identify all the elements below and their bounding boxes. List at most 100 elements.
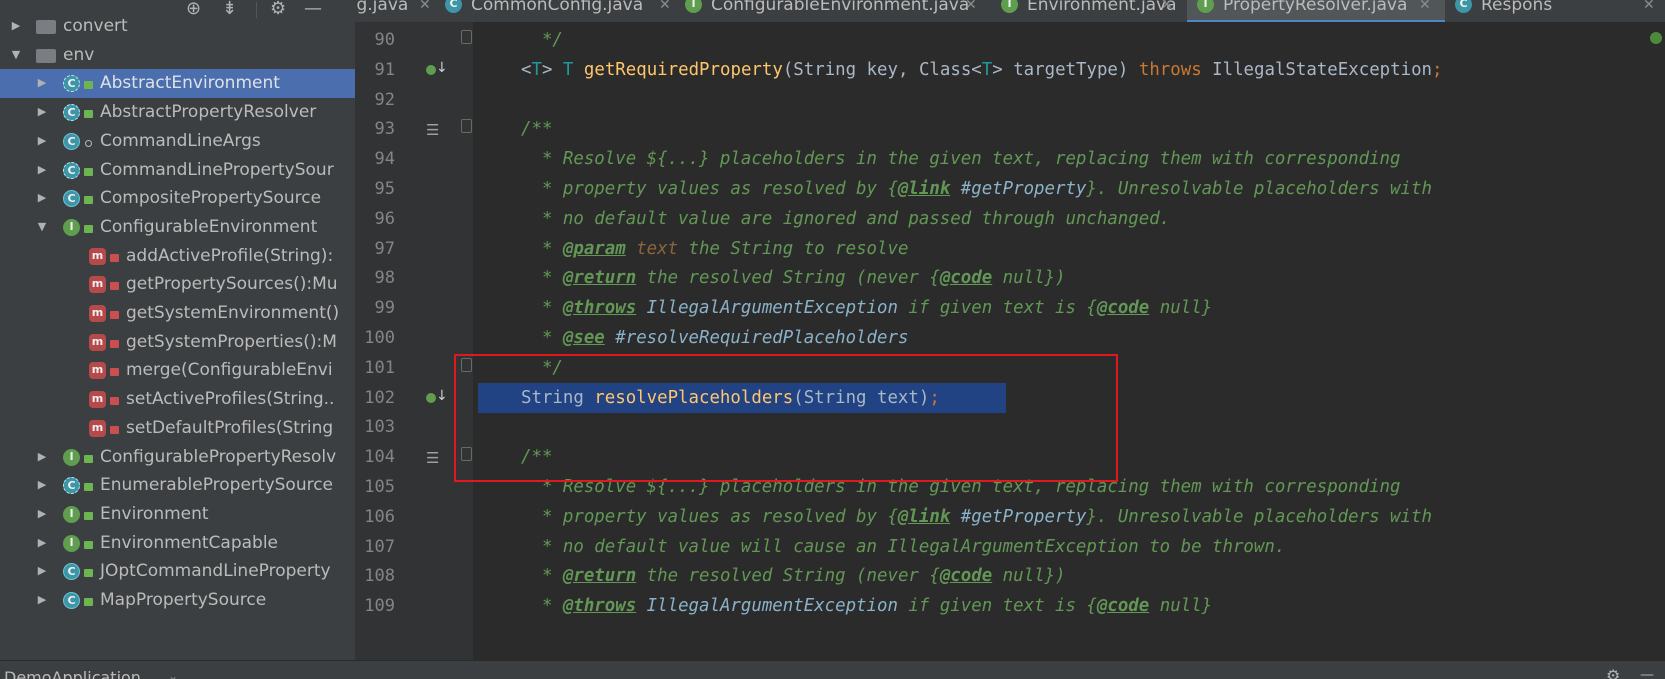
- gear-icon[interactable]: ⚙: [1606, 668, 1620, 679]
- tab-label: Respons: [1481, 0, 1553, 15]
- run-tool-window-bar: DemoApplication ⌄ ⚙ —: [0, 660, 1665, 679]
- fold-marker-icon[interactable]: [461, 30, 472, 44]
- code-token: @param: [562, 239, 626, 259]
- code-token: the resolved String (never {: [636, 268, 940, 288]
- code-text: <T> T getRequiredProperty(String key, Cl…: [521, 59, 1443, 81]
- code-line[interactable]: 93 ☰ /**: [0, 114, 1665, 144]
- tab-label: Environment.java: [1027, 0, 1177, 15]
- code-token: > targetType): [992, 60, 1139, 80]
- interface-icon: I: [1197, 0, 1214, 13]
- tab-propertyresolver-java[interactable]: I PropertyResolver.java ✕: [1187, 0, 1445, 22]
- minimize-icon[interactable]: —: [1640, 668, 1654, 679]
- tab-nfig-java[interactable]: nfig.java ✕: [355, 0, 445, 22]
- class-icon: C: [445, 0, 462, 13]
- implemented-marker-icon: [426, 393, 436, 403]
- code-token: if given text is {: [897, 596, 1097, 616]
- code-token: @code: [939, 566, 993, 586]
- code-text: * property values as resolved by {@link …: [521, 506, 1432, 528]
- code-token: @link: [897, 179, 951, 199]
- fold-marker-icon[interactable]: [461, 119, 472, 133]
- code-line[interactable]: 95 * property values as resolved by {@li…: [0, 174, 1665, 204]
- code-text: * @return the resolved String (never {@c…: [521, 267, 1066, 289]
- rendered-doc-icon[interactable]: ☰: [426, 120, 446, 138]
- code-token: *: [521, 239, 563, 259]
- code-text: * @throws IllegalArgumentException if gi…: [521, 595, 1212, 617]
- code-line[interactable]: 98 * @return the resolved String (never …: [0, 263, 1665, 293]
- close-icon[interactable]: ✕: [1643, 0, 1655, 16]
- code-line[interactable]: 94 * Resolve ${...} placeholders in the …: [0, 144, 1665, 174]
- code-token: IllegalArgumentException: [636, 298, 898, 318]
- code-line[interactable]: 109 * @throws IllegalArgumentException i…: [0, 591, 1665, 621]
- line-number: 97: [374, 239, 395, 259]
- implementation-icon[interactable]: ↓: [426, 388, 448, 407]
- code-token: null}): [992, 566, 1066, 586]
- code-line[interactable]: 106 * property values as resolved by {@l…: [0, 502, 1665, 532]
- code-text: */: [521, 29, 563, 51]
- code-token: @throws: [562, 298, 637, 318]
- code-token: <: [521, 60, 532, 80]
- code-line[interactable]: 97 * @param text the String to resolve: [0, 234, 1665, 264]
- code-token: null}: [1149, 298, 1213, 318]
- code-token: T: [981, 60, 993, 80]
- icon-letter: I: [1007, 0, 1012, 10]
- code-token: */: [521, 30, 563, 50]
- tab-label: CommonConfig.java: [471, 0, 644, 15]
- line-number: 102: [364, 388, 395, 408]
- line-number: 101: [364, 358, 395, 378]
- code-token: T: [531, 60, 542, 80]
- code-token: @link: [897, 507, 951, 527]
- code-token: * no default value will cause an Illegal…: [521, 537, 1286, 557]
- code-text: * @return the resolved String (never {@c…: [521, 565, 1066, 587]
- code-token: * property values as resolved by {: [521, 507, 898, 527]
- inspection-ok-marker[interactable]: [1650, 32, 1662, 44]
- doc-lines-icon: ☰: [426, 121, 440, 139]
- code-line[interactable]: 108 * @return the resolved String (never…: [0, 561, 1665, 591]
- line-number: 108: [364, 566, 395, 586]
- code-text: * @param text the String to resolve: [521, 238, 908, 260]
- code-token: @code: [939, 268, 993, 288]
- class-icon: C: [1455, 0, 1472, 13]
- close-icon[interactable]: ✕: [1419, 0, 1431, 16]
- implemented-marker-icon: [426, 65, 436, 75]
- icon-letter: C: [449, 0, 458, 10]
- code-token: #resolveRequiredPlaceholders: [604, 328, 909, 348]
- code-token: if given text is {: [897, 298, 1097, 318]
- code-text: * @see #resolveRequiredPlaceholders: [521, 327, 908, 349]
- code-line[interactable]: 100 * @see #resolveRequiredPlaceholders: [0, 323, 1665, 353]
- code-token: text: [625, 239, 679, 259]
- code-token: (String key, Class<: [782, 60, 982, 80]
- close-icon[interactable]: ✕: [419, 0, 431, 16]
- code-token: *: [521, 328, 563, 348]
- code-text: * property values as resolved by {@link …: [521, 178, 1432, 200]
- icon-letter: I: [1203, 0, 1208, 10]
- tab-commonconfig-java[interactable]: C CommonConfig.java ✕: [435, 0, 685, 22]
- line-number: 91: [374, 60, 395, 80]
- rendered-doc-icon[interactable]: ☰: [426, 448, 446, 466]
- tab-environment-java[interactable]: I Environment.java ✕: [991, 0, 1187, 22]
- close-icon[interactable]: ✕: [965, 0, 977, 16]
- code-token: the String to resolve: [678, 239, 909, 259]
- line-number: 109: [364, 596, 395, 616]
- code-token: }. Unresolvable placeholders with: [1086, 179, 1432, 199]
- close-icon[interactable]: ✕: [659, 0, 671, 16]
- code-line[interactable]: 99 * @throws IllegalArgumentException if…: [0, 293, 1665, 323]
- code-token: @code: [1096, 596, 1150, 616]
- code-token: @return: [562, 566, 637, 586]
- code-line[interactable]: 92: [0, 85, 1665, 115]
- line-number: 96: [374, 209, 395, 229]
- code-line[interactable]: 90 */: [0, 25, 1665, 55]
- code-text: * Resolve ${...} placeholders in the giv…: [521, 148, 1401, 170]
- tab-label: nfig.java: [355, 0, 409, 15]
- tab-configurableenvironment-java[interactable]: I ConfigurableEnvironment.java ✕: [675, 0, 991, 22]
- line-number: 104: [364, 447, 395, 467]
- code-token: null}: [1149, 596, 1213, 616]
- code-line[interactable]: 96 * no default value are ignored and pa…: [0, 204, 1665, 234]
- code-line[interactable]: 91 ↓ <T> T getRequiredProperty(String key,…: [0, 55, 1665, 85]
- code-line[interactable]: 107 * no default value will cause an Ill…: [0, 532, 1665, 562]
- close-icon[interactable]: ✕: [1161, 0, 1173, 16]
- line-number: 105: [364, 477, 395, 497]
- code-text: /**: [521, 118, 552, 140]
- implementation-icon[interactable]: ↓: [426, 60, 448, 79]
- tab-respons[interactable]: C Respons ✕: [1445, 0, 1665, 22]
- code-text: * @throws IllegalArgumentException if gi…: [521, 297, 1212, 319]
